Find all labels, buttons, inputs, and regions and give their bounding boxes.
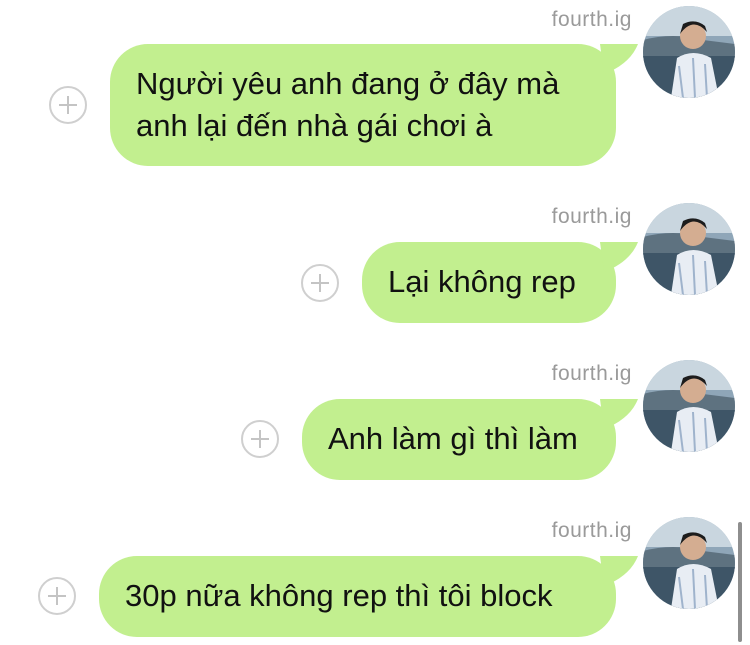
add-reaction-button[interactable]: [38, 577, 76, 615]
message-bubble[interactable]: Anh làm gì thì làm: [302, 399, 616, 480]
message-bubble[interactable]: Lại không rep: [362, 242, 616, 323]
bubble-tail: [600, 44, 638, 74]
sender-avatar[interactable]: [643, 6, 735, 98]
add-reaction-button[interactable]: [49, 86, 87, 124]
bubble-tail: [600, 242, 638, 272]
sender-name: fourth.ig: [551, 205, 632, 228]
message-text: Lại không rep: [388, 264, 576, 299]
message-text: Anh làm gì thì làm: [328, 421, 578, 456]
bubble-tail: [600, 399, 638, 429]
sender-avatar[interactable]: [643, 203, 735, 295]
avatar-photo-icon: [643, 203, 735, 295]
add-reaction-button[interactable]: [241, 420, 279, 458]
message-text: Người yêu anh đang ở đây mà anh lại đến …: [136, 66, 560, 143]
sender-avatar[interactable]: [643, 517, 735, 609]
avatar-photo-icon: [643, 517, 735, 609]
bubble-tail: [600, 556, 638, 586]
message-bubble[interactable]: Người yêu anh đang ở đây mà anh lại đến …: [110, 44, 616, 166]
message-text: 30p nữa không rep thì tôi block: [125, 578, 553, 613]
sender-name: fourth.ig: [551, 362, 632, 385]
avatar-photo-icon: [643, 360, 735, 452]
sender-name: fourth.ig: [551, 519, 632, 542]
sender-name: fourth.ig: [551, 8, 632, 31]
sender-avatar[interactable]: [643, 360, 735, 452]
scrollbar[interactable]: [738, 522, 742, 642]
message-bubble[interactable]: 30p nữa không rep thì tôi block: [99, 556, 616, 637]
add-reaction-button[interactable]: [301, 264, 339, 302]
avatar-photo-icon: [643, 6, 735, 98]
